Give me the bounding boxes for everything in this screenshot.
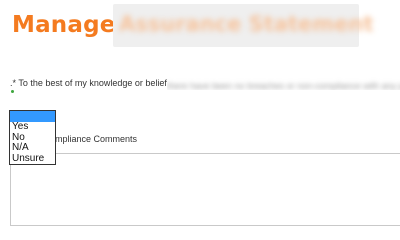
- dropdown-option-na[interactable]: N/A: [10, 142, 55, 154]
- redacted-question-area: there have been no breaches or non-compl…: [167, 76, 400, 90]
- status-dot: [11, 90, 14, 93]
- redacted-title-text: Assurance Statement: [119, 12, 374, 36]
- page-title: Manager: [12, 12, 128, 38]
- comments-textarea[interactable]: [10, 153, 400, 226]
- redacted-question-text: there have been no breaches or non-compl…: [167, 81, 400, 90]
- question-label: .* To the best of my knowledge or belief: [10, 78, 167, 88]
- dropdown-option-unsure[interactable]: Unsure: [10, 153, 55, 165]
- redacted-title-area: Assurance Statement: [113, 4, 373, 47]
- answer-dropdown-list[interactable]: Yes No N/A Unsure: [9, 110, 56, 165]
- page-title-row: Manager: [12, 5, 127, 45]
- dropdown-option-yes[interactable]: Yes: [10, 121, 55, 133]
